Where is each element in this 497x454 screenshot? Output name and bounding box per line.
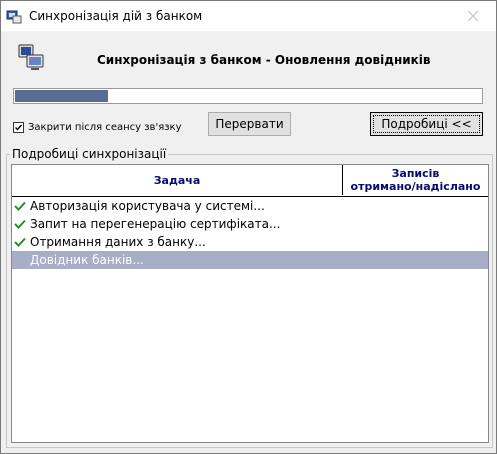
sync-computer-icon xyxy=(18,44,44,70)
app-icon xyxy=(6,10,22,24)
done-check-icon xyxy=(14,219,26,229)
window-title: Синхронізація дій з банком xyxy=(29,9,203,23)
close-icon xyxy=(468,11,478,21)
details-button-label: Подробиці << xyxy=(373,115,480,133)
row-task-text: Запит на перегенерацію сертифіката... xyxy=(30,217,281,231)
close-after-session-checkbox[interactable] xyxy=(13,122,24,133)
sync-progress-bar xyxy=(13,88,483,104)
row-task-text: Довідник банків... xyxy=(30,253,144,267)
row-task-text: Отримання даних з банку... xyxy=(30,235,206,249)
done-check-icon xyxy=(14,237,26,247)
column-header-records[interactable]: Записів отримано/надіслано xyxy=(343,165,488,195)
interrupt-button[interactable]: Перервати xyxy=(208,112,291,136)
details-toggle-button[interactable]: Подробиці << xyxy=(370,112,483,136)
progress-fill xyxy=(15,90,108,102)
close-after-session-option[interactable]: Закрити після сеансу зв'язку xyxy=(13,122,182,133)
table-row[interactable]: Авторизація користувача у системі... xyxy=(12,197,488,215)
table-row[interactable]: Запит на перегенерацію сертифіката... xyxy=(12,215,488,233)
close-button[interactable] xyxy=(450,1,496,31)
table-row[interactable]: Отримання даних з банку... xyxy=(12,233,488,251)
column-header-records-line2: отримано/надіслано xyxy=(350,180,481,193)
dialog-header-title: Синхронізація з банком - Оновлення довід… xyxy=(97,53,431,67)
sync-tasks-table[interactable]: Задача Записів отримано/надіслано Автори… xyxy=(11,164,489,443)
done-check-icon xyxy=(14,201,26,211)
checkmark-icon xyxy=(15,124,23,131)
table-row-selected[interactable]: Довідник банків... xyxy=(12,251,488,269)
title-bar: Синхронізація дій з банком xyxy=(1,1,496,31)
close-after-session-label: Закрити після сеансу зв'язку xyxy=(28,122,182,133)
sync-dialog-window: Синхронізація дій з банком Синхронізація… xyxy=(0,0,497,454)
column-header-records-line1: Записів xyxy=(391,167,440,180)
column-header-task[interactable]: Задача xyxy=(12,165,343,195)
table-header: Задача Записів отримано/надіслано xyxy=(12,165,488,197)
sync-details-group-label: Подробиці синхронізації xyxy=(10,147,169,161)
row-task-text: Авторизація користувача у системі... xyxy=(30,199,265,213)
